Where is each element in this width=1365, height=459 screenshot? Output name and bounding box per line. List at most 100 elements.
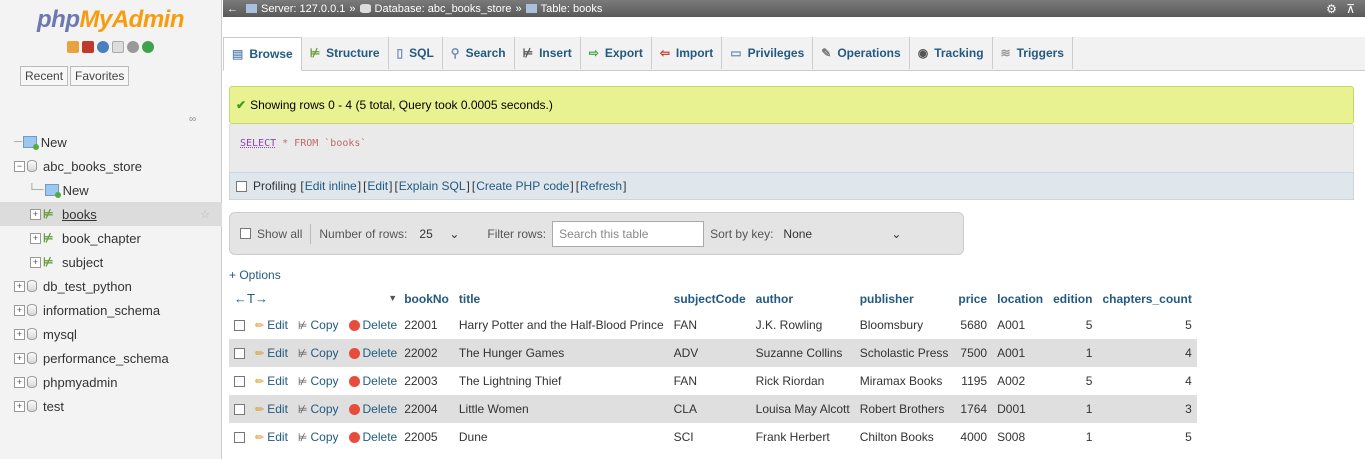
row-checkbox[interactable] [234, 432, 245, 444]
row-edit-button[interactable]: ✏ Edit [255, 402, 288, 416]
row-edit-button[interactable]: ✏ Edit [255, 430, 288, 444]
breadcrumb-database[interactable]: Database: abc_books_store [375, 3, 512, 15]
row-edit-button[interactable]: ✏ Edit [255, 346, 288, 360]
row-copy-button[interactable]: ⊭ Copy [298, 402, 339, 416]
expand-icon[interactable]: + [14, 400, 25, 412]
row-checkbox[interactable] [234, 320, 245, 332]
tree-item-mysql[interactable]: + mysql [0, 322, 222, 346]
column-nav-arrows[interactable]: ←T→ [234, 291, 268, 306]
cell-chapters-count: 4 [1097, 367, 1197, 395]
expand-icon[interactable]: + [14, 376, 25, 388]
tab-sql[interactable]: ▯ SQL [389, 37, 443, 69]
column-header-location[interactable]: location [992, 286, 1049, 311]
tree-item-book-chapter[interactable]: + ⊭ book_chapter [0, 226, 222, 250]
tab-favorites[interactable]: Favorites [70, 66, 130, 86]
explain-sql-link[interactable]: Explain SQL [399, 179, 466, 193]
row-delete-button[interactable]: Delete [348, 402, 397, 416]
tree-item-subject[interactable]: + ⊭ subject [0, 250, 222, 274]
tree-item-books[interactable]: + ⊭ books ☆ [0, 202, 222, 226]
sort-by-key-select[interactable]: None ⌄ [777, 222, 907, 246]
column-header-bookno[interactable]: bookNo [402, 286, 454, 311]
column-header-title[interactable]: title [453, 286, 669, 311]
phpmyadmin-logo[interactable]: phpMyAdmin [0, 0, 221, 36]
tree-item-new-database[interactable]: ─ New [0, 130, 222, 154]
copy-icon: ⊭ [297, 404, 308, 416]
settings-gear-icon[interactable]: ⚙ [1326, 2, 1337, 16]
logout-icon[interactable] [82, 41, 94, 53]
tab-triggers[interactable]: ≋ Triggers [993, 37, 1073, 69]
profiling-checkbox[interactable] [236, 180, 247, 192]
row-copy-button[interactable]: ⊭ Copy [298, 430, 339, 444]
show-all-checkbox[interactable] [240, 228, 251, 239]
expand-icon[interactable]: + [14, 328, 25, 340]
cell-edition: 1 [1048, 423, 1098, 451]
tree-item-information-schema[interactable]: + information_schema [0, 298, 222, 322]
expand-icon[interactable]: + [30, 208, 41, 220]
tree-item-test[interactable]: + test [0, 394, 222, 418]
column-header-publisher[interactable]: publisher [854, 286, 954, 311]
breadcrumb-server[interactable]: Server: 127.0.0.1 [261, 3, 345, 15]
collapse-top-icon[interactable]: ⊼ [1346, 2, 1355, 16]
tree-item-abc-books-store[interactable]: − abc_books_store [0, 154, 222, 178]
row-edit-button[interactable]: ✏ Edit [255, 318, 288, 332]
profiling-label: Profiling [253, 179, 297, 193]
cell-title: The Hunger Games [453, 339, 669, 367]
expand-icon[interactable]: + [14, 352, 25, 364]
tab-structure[interactable]: ⊭ Structure [302, 37, 389, 69]
favorite-star-icon[interactable]: ☆ [200, 208, 210, 221]
row-checkbox[interactable] [234, 376, 245, 388]
tab-tracking[interactable]: ◉ Tracking [910, 37, 993, 69]
tab-browse[interactable]: ▤ Browse [223, 37, 302, 71]
breadcrumb-table[interactable]: Table: books [541, 3, 603, 15]
results-table: ←T→ ▼ bookNo title subjectCode author pu… [229, 286, 1197, 451]
tab-search[interactable]: ⚲ Search [443, 37, 515, 69]
expand-icon[interactable]: + [14, 280, 25, 292]
filter-rows-search-input[interactable]: Search this table [552, 220, 705, 247]
help-icon[interactable] [97, 41, 109, 53]
home-icon[interactable] [67, 41, 79, 53]
edit-link[interactable]: Edit [367, 179, 388, 193]
options-link[interactable]: + Options [229, 268, 281, 282]
row-copy-button[interactable]: ⊭ Copy [298, 346, 339, 360]
chevron-down-icon: ⌄ [449, 226, 460, 241]
tab-operations[interactable]: ✎ Operations [813, 37, 910, 69]
tab-privileges[interactable]: ▭ Privileges [722, 37, 814, 69]
settings-icon[interactable] [127, 41, 139, 53]
tree-item-performance-schema[interactable]: + performance_schema [0, 346, 222, 370]
expand-icon[interactable]: + [30, 256, 41, 268]
row-copy-button[interactable]: ⊭ Copy [298, 318, 339, 332]
row-checkbox[interactable] [234, 348, 245, 360]
sql-keyword[interactable]: SELECT [240, 138, 276, 149]
row-delete-button[interactable]: Delete [348, 430, 397, 444]
collapse-icon[interactable]: − [14, 160, 25, 172]
row-copy-button[interactable]: ⊭ Copy [298, 374, 339, 388]
tab-import[interactable]: ⇦ Import [652, 37, 723, 69]
docs-icon[interactable] [112, 41, 124, 53]
edit-inline-link[interactable]: Edit inline [305, 179, 357, 193]
column-header-chapters-count[interactable]: chapters_count [1097, 286, 1197, 311]
row-delete-button[interactable]: Delete [348, 318, 397, 332]
tree-item-new-table[interactable]: └─ New [0, 178, 222, 202]
tree-item-phpmyadmin[interactable]: + phpmyadmin [0, 370, 222, 394]
back-arrow-icon[interactable]: ← [227, 3, 238, 15]
column-header-price[interactable]: price [953, 286, 993, 311]
row-delete-button[interactable]: Delete [348, 374, 397, 388]
row-delete-button[interactable]: Delete [348, 346, 397, 360]
row-checkbox[interactable] [234, 404, 245, 416]
reload-icon[interactable] [142, 41, 154, 53]
column-header-subjectcode[interactable]: subjectCode [668, 286, 751, 311]
number-of-rows-label: Number of rows: [319, 226, 408, 241]
number-of-rows-select[interactable]: 25 ⌄ [413, 222, 465, 246]
column-header-edition[interactable]: edition [1048, 286, 1098, 311]
create-php-code-link[interactable]: Create PHP code [476, 179, 569, 193]
column-header-author[interactable]: author [750, 286, 855, 311]
row-edit-button[interactable]: ✏ Edit [255, 374, 288, 388]
tab-export[interactable]: ⇨ Export [581, 37, 652, 69]
link-with-main-panel-icon[interactable]: ∞ [189, 114, 196, 125]
tab-recent[interactable]: Recent [20, 66, 69, 86]
tree-item-db-test-python[interactable]: + db_test_python [0, 274, 222, 298]
refresh-link[interactable]: Refresh [580, 179, 622, 193]
tab-insert[interactable]: ⊭ Insert [515, 37, 581, 69]
expand-icon[interactable]: + [14, 304, 25, 316]
expand-icon[interactable]: + [30, 232, 41, 244]
